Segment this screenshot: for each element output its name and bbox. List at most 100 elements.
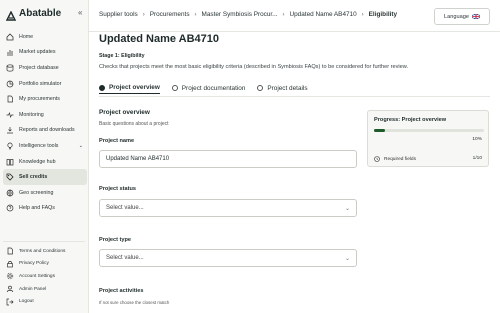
progress-card: Progress: Project overview 10% Required … — [367, 110, 489, 167]
logo[interactable]: Abatable — [5, 6, 86, 21]
bulb-icon — [6, 142, 14, 150]
sidebar-item-label: Project database — [19, 64, 59, 71]
pie-icon — [6, 80, 14, 88]
language-button[interactable]: Language — [434, 8, 490, 25]
sidebar-item-logout[interactable]: Logout — [3, 295, 87, 308]
logo-mark-icon — [5, 8, 17, 21]
sidebar-item-account-settings[interactable]: Account Settings — [3, 270, 87, 283]
sidebar-item-label: Portfolio simulator — [19, 80, 62, 87]
project-status-select[interactable]: Select value... ⌄ — [99, 199, 357, 217]
logout-icon — [6, 298, 14, 306]
breadcrumb-item[interactable]: Updated Name AB4710 — [290, 11, 357, 18]
top-bar: Supplier tools › Procurements › Master Symbi… — [89, 0, 500, 32]
project-status-placeholder: Select value... — [106, 205, 144, 211]
document-icon — [6, 95, 14, 103]
sidebar-item-label: Account Settings — [19, 273, 55, 279]
sidebar-item-sell-credits[interactable]: Sell credits — [3, 169, 87, 185]
project-type-label: Project type — [99, 237, 132, 243]
sidebar-item-project-database[interactable]: Project database — [3, 60, 87, 76]
sidebar-item-label: Geo screening — [19, 189, 54, 196]
sidebar-item-label: Admin Panel — [19, 286, 47, 292]
sidebar-item-admin-panel[interactable]: Admin Panel — [3, 283, 87, 296]
chevron-down-icon: ⌄ — [344, 206, 350, 212]
sidebar-item-label: Knowledge hub — [19, 158, 56, 165]
sidebar-item-monitoring[interactable]: Monitoring — [3, 107, 87, 123]
chevron-right-icon: › — [194, 11, 197, 18]
app-root: Abatable « Home Market updates Project dat… — [0, 0, 500, 313]
sidebar-item-my-procurements[interactable]: My procurements — [3, 91, 87, 107]
language-label: Language — [444, 13, 469, 20]
sidebar-item-label: Privacy Policy — [19, 261, 49, 267]
chevron-down-icon[interactable]: ⌄ — [79, 143, 83, 149]
sidebar-item-label: Market updates — [19, 49, 56, 56]
project-type-select[interactable]: Select value... ⌄ — [99, 249, 357, 267]
progress-title: Progress: Project overview — [374, 117, 447, 123]
sidebar-item-label: Sell credits — [19, 174, 48, 181]
tab-project-documentation[interactable]: Project documentation — [171, 82, 246, 94]
lock-icon — [6, 260, 14, 268]
project-name-label: Project name — [99, 138, 135, 144]
project-type-placeholder: Select value... — [106, 255, 144, 261]
progress-bar — [374, 129, 484, 132]
sidebar-item-label: Help and FAQs — [19, 205, 55, 212]
stage-label: Stage 1: Eligibility — [99, 53, 145, 59]
progress-percent: 10% — [472, 137, 482, 142]
sidebar-item-label: Home — [19, 33, 34, 40]
required-fields: Required fields — [374, 156, 416, 162]
sidebar-item-help-and-faqs[interactable]: Help and FAQs — [3, 201, 87, 217]
sidebar-nav: Home Market updates Project database Portfo… — [3, 29, 87, 216]
tab-project-overview[interactable]: Project overview — [99, 82, 160, 94]
section-title: Project overview — [99, 109, 150, 116]
tab-bar: Project overview Project documentation Pro… — [99, 82, 490, 96]
sidebar-item-label: Logout — [19, 299, 34, 305]
sidebar-item-label: Intelligence tools — [19, 142, 59, 149]
tab-project-details[interactable]: Project details — [257, 82, 308, 94]
tab-label: Project details — [267, 84, 308, 92]
breadcrumb-item[interactable]: Supplier tools — [99, 11, 138, 18]
required-fields-label: Required fields — [384, 156, 416, 162]
book-icon — [6, 158, 14, 166]
sidebar-item-label: My procurements — [19, 96, 60, 103]
collapse-sidebar-icon[interactable]: « — [78, 8, 82, 17]
breadcrumb-item: Eligibility — [368, 11, 398, 18]
download-icon — [6, 126, 14, 134]
logo-text: Abatable — [19, 7, 62, 19]
chevron-right-icon: › — [282, 11, 285, 18]
chevron-down-icon: ⌄ — [344, 256, 350, 262]
tag-icon — [6, 173, 14, 181]
breadcrumb: Supplier tools › Procurements › Master Symbi… — [99, 11, 397, 18]
sidebar-item-reports-and-downloads[interactable]: Reports and downloads — [3, 123, 87, 139]
sidebar-item-terms-and-conditions[interactable]: Terms and Conditions — [3, 245, 87, 258]
sidebar-item-knowledge-hub[interactable]: Knowledge hub — [3, 154, 87, 170]
tab-label: Project documentation — [181, 84, 246, 92]
sidebar-item-market-updates[interactable]: Market updates — [3, 45, 87, 61]
sidebar-footer-nav: Terms and Conditions Privacy Policy Accoun… — [3, 245, 87, 308]
uk-flag-icon — [471, 14, 480, 19]
document-icon — [6, 247, 14, 255]
home-icon — [6, 33, 14, 41]
sidebar-item-label: Reports and downloads — [19, 127, 75, 134]
pulse-icon — [6, 111, 14, 119]
sidebar-item-portfolio-simulator[interactable]: Portfolio simulator — [3, 76, 87, 92]
radio-icon — [171, 85, 178, 91]
tab-underline-divider — [99, 96, 490, 97]
project-name-input[interactable]: Updated Name AB4710 — [99, 150, 357, 168]
help-icon — [6, 204, 14, 212]
sidebar-item-home[interactable]: Home — [3, 29, 87, 45]
chart-icon — [6, 48, 14, 56]
project-activities-label: Project activities — [99, 288, 144, 294]
sidebar-item-privacy-policy[interactable]: Privacy Policy — [3, 258, 87, 271]
sidebar-item-label: Terms and Conditions — [19, 248, 66, 254]
breadcrumb-item[interactable]: Procurements — [150, 11, 190, 18]
project-status-label: Project status — [99, 186, 136, 192]
chevron-right-icon: › — [142, 11, 145, 18]
sidebar-item-label: Monitoring — [19, 111, 44, 118]
radio-icon — [99, 84, 105, 91]
sidebar-item-geo-screening[interactable]: Geo screening — [3, 185, 87, 201]
breadcrumb-item[interactable]: Master Symbiosis Procur... — [202, 11, 278, 18]
sidebar-item-intelligence-tools[interactable]: Intelligence tools ⌄ — [3, 138, 87, 154]
project-name-value: Updated Name AB4710 — [106, 156, 170, 162]
required-fields-count: 1/10 — [472, 156, 482, 161]
clock-icon — [374, 156, 380, 162]
gear-icon — [6, 272, 14, 280]
